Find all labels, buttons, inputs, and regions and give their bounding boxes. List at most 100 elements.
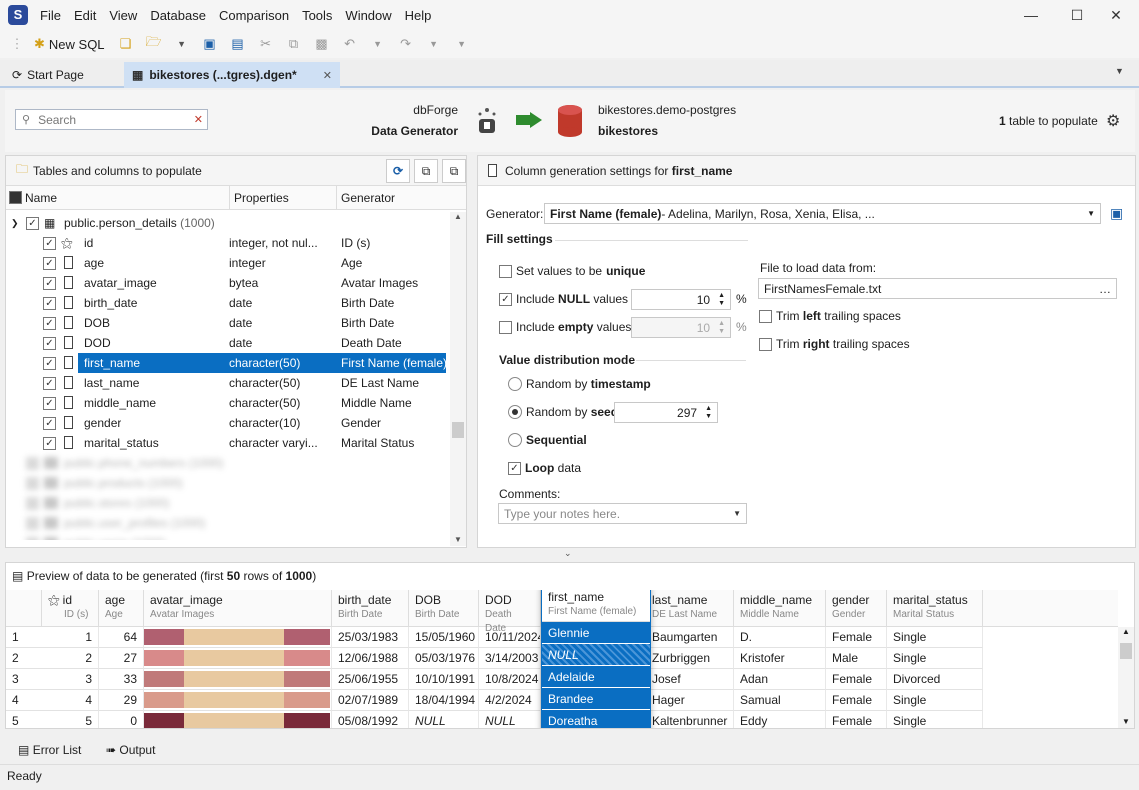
avatar-image-cell[interactable] bbox=[144, 711, 332, 728]
preview-cell-last[interactable]: Kaltenbrunner bbox=[646, 711, 734, 728]
search-input[interactable]: ⚲ Search ✕ bbox=[15, 109, 208, 130]
empty-spin-icon[interactable]: ▲ ▼ bbox=[718, 320, 725, 336]
menu-comparison[interactable]: Comparison bbox=[219, 8, 297, 23]
preview-col-header-gender[interactable]: gender Gender bbox=[826, 590, 887, 626]
column-checkbox[interactable]: ✓ bbox=[43, 376, 56, 390]
sequential-radio[interactable] bbox=[508, 433, 522, 447]
generator-select[interactable]: First Name (female) - Adelina, Marilyn, … bbox=[544, 203, 1101, 224]
column-row-birth_date[interactable]: ✓ birth_date date Birth Date bbox=[6, 293, 466, 313]
paste-icon[interactable]: ▩ bbox=[311, 33, 333, 55]
tab-bikestores[interactable]: ▦ bikestores (...tgres).dgen* ✕ bbox=[124, 62, 340, 88]
preview-cell-last[interactable]: Hager bbox=[646, 690, 734, 711]
collapse-all-icon[interactable]: ⧉ bbox=[442, 159, 466, 183]
preview-cell-id[interactable]: 5 bbox=[42, 711, 99, 728]
preview-cell-marital[interactable]: Single bbox=[887, 627, 983, 648]
column-row-middle_name[interactable]: ✓ middle_name character(50) Middle Name bbox=[6, 393, 466, 413]
tree-scrollbar[interactable]: ▲ ▼ bbox=[450, 212, 466, 546]
preview-cell-gender[interactable]: Female bbox=[826, 627, 887, 648]
menu-edit[interactable]: Edit bbox=[74, 8, 104, 23]
preview-cell-dod[interactable]: 3/14/2003 bbox=[479, 648, 541, 669]
empty-option[interactable]: Include empty values bbox=[499, 320, 631, 334]
column-checkbox[interactable]: ✓ bbox=[43, 256, 56, 270]
column-checkbox[interactable]: ✓ bbox=[43, 336, 56, 350]
column-row-last_name[interactable]: ✓ last_name character(50) DE Last Name bbox=[6, 373, 466, 393]
menu-help[interactable]: Help bbox=[405, 8, 440, 23]
preview-cell-birth[interactable]: 02/07/1989 bbox=[332, 690, 409, 711]
collapse-chevron-icon[interactable]: ❯ bbox=[11, 218, 19, 229]
preview-cell-dob[interactable]: 15/05/1960 bbox=[409, 627, 479, 648]
preview-cell-birth[interactable]: 25/06/1955 bbox=[332, 669, 409, 690]
splitter-chevron-icon[interactable]: ⌄ bbox=[564, 548, 572, 559]
preview-cell-dob[interactable]: 18/04/1994 bbox=[409, 690, 479, 711]
preview-cell-dod[interactable]: 4/2/2024 bbox=[479, 690, 541, 711]
random-timestamp-option[interactable]: Random by timestamp bbox=[508, 377, 651, 391]
column-row-avatar_image[interactable]: ✓ avatar_image bytea Avatar Images bbox=[6, 273, 466, 293]
open-dropdown-icon[interactable]: ▼ bbox=[171, 33, 193, 55]
trim-right-checkbox[interactable] bbox=[759, 337, 772, 351]
comments-dropdown-icon[interactable]: ▼ bbox=[733, 509, 741, 518]
preview-cell-id[interactable]: 4 bbox=[42, 690, 99, 711]
generator-dropdown-icon[interactable]: ▼ bbox=[1087, 209, 1095, 218]
col-header-generator[interactable]: Generator bbox=[336, 186, 446, 210]
table-checkbox[interactable]: ✓ bbox=[26, 216, 39, 230]
preview-cell-first[interactable]: Doreatha bbox=[542, 710, 650, 728]
expand-all-icon[interactable]: ⧉ bbox=[414, 159, 438, 183]
output-tab[interactable]: ➠ Output bbox=[106, 743, 155, 757]
preview-cell-age[interactable]: 29 bbox=[99, 690, 144, 711]
open-folder-icon[interactable]: 🗁 bbox=[143, 33, 165, 55]
random-seed-radio[interactable] bbox=[508, 405, 522, 419]
column-checkbox[interactable]: ✓ bbox=[43, 316, 56, 330]
preview-cell-id[interactable]: 1 bbox=[42, 627, 99, 648]
preview-cell-dob[interactable]: 10/10/1991 bbox=[409, 669, 479, 690]
column-checkbox[interactable]: ✓ bbox=[43, 276, 56, 290]
avatar-image-cell[interactable] bbox=[144, 669, 332, 690]
preview-cell-marital[interactable]: Single bbox=[887, 648, 983, 669]
null-option[interactable]: ✓ Include NULL values bbox=[499, 292, 628, 306]
column-row-id[interactable]: ✓ ⚝ id integer, not nul... ID (s) bbox=[6, 233, 466, 253]
col-header-name[interactable]: Name bbox=[25, 191, 57, 205]
menu-database[interactable]: Database bbox=[150, 8, 214, 23]
menu-window[interactable]: Window bbox=[345, 8, 399, 23]
close-window-button[interactable]: ✕ bbox=[1093, 0, 1139, 30]
preview-cell-last[interactable]: Baumgarten bbox=[646, 627, 734, 648]
preview-cell-age[interactable]: 33 bbox=[99, 669, 144, 690]
sequential-option[interactable]: Sequential bbox=[508, 433, 587, 447]
col-header-properties[interactable]: Properties bbox=[229, 186, 289, 210]
comments-input[interactable]: Type your notes here. ▼ bbox=[498, 503, 747, 524]
preview-cell-age[interactable]: 0 bbox=[99, 711, 144, 728]
file-path-input[interactable]: FirstNamesFemale.txt … bbox=[758, 278, 1117, 299]
preview-cell-dob[interactable]: 05/03/1976 bbox=[409, 648, 479, 669]
menu-view[interactable]: View bbox=[109, 8, 145, 23]
menu-file[interactable]: File bbox=[40, 8, 69, 23]
preview-cell-first[interactable]: Adelaide bbox=[542, 666, 650, 688]
empty-percent-input[interactable]: 10 ▲ ▼ bbox=[631, 317, 731, 338]
column-row-age[interactable]: ✓ age integer Age bbox=[6, 253, 466, 273]
preview-cell-last[interactable]: Zurbriggen bbox=[646, 648, 734, 669]
copy-icon[interactable]: ⧉ bbox=[283, 33, 305, 55]
preview-cell-middle[interactable]: Adan bbox=[734, 669, 826, 690]
close-tab-icon[interactable]: ✕ bbox=[323, 69, 332, 82]
preview-cell-gender[interactable]: Female bbox=[826, 690, 887, 711]
preview-scroll-thumb[interactable] bbox=[1120, 643, 1132, 659]
avatar-image-cell[interactable] bbox=[144, 627, 332, 648]
column-row-gender[interactable]: ✓ gender character(10) Gender bbox=[6, 413, 466, 433]
preview-cell-age[interactable]: 27 bbox=[99, 648, 144, 669]
error-list-tab[interactable]: ▤ Error List bbox=[18, 743, 81, 757]
unique-checkbox[interactable] bbox=[499, 264, 512, 278]
preview-cell-last[interactable]: Josef bbox=[646, 669, 734, 690]
column-checkbox[interactable]: ✓ bbox=[43, 236, 56, 250]
undo-icon[interactable]: ↶ bbox=[339, 33, 361, 55]
save-all-icon[interactable]: ▤ bbox=[227, 33, 249, 55]
null-spin-icon[interactable]: ▲ ▼ bbox=[718, 292, 725, 308]
column-checkbox[interactable]: ✓ bbox=[43, 356, 56, 370]
preview-cell-middle[interactable]: Samual bbox=[734, 690, 826, 711]
loop-checkbox[interactable]: ✓ bbox=[508, 461, 521, 475]
scroll-up-icon[interactable]: ▲ bbox=[450, 212, 466, 221]
preview-cell-marital[interactable]: Single bbox=[887, 690, 983, 711]
column-row-dob[interactable]: ✓ DOB date Birth Date bbox=[6, 313, 466, 333]
toolbar-options-icon[interactable]: ▼ bbox=[451, 33, 473, 55]
preview-col-header-avatar_image[interactable]: avatar_image Avatar Images bbox=[144, 590, 332, 626]
tab-start-page[interactable]: ⟳ Start Page bbox=[4, 62, 122, 88]
preview-col-header-birth_date[interactable]: birth_date Birth Date bbox=[332, 590, 409, 626]
preview-col-header-last_name[interactable]: last_name DE Last Name bbox=[646, 590, 734, 626]
